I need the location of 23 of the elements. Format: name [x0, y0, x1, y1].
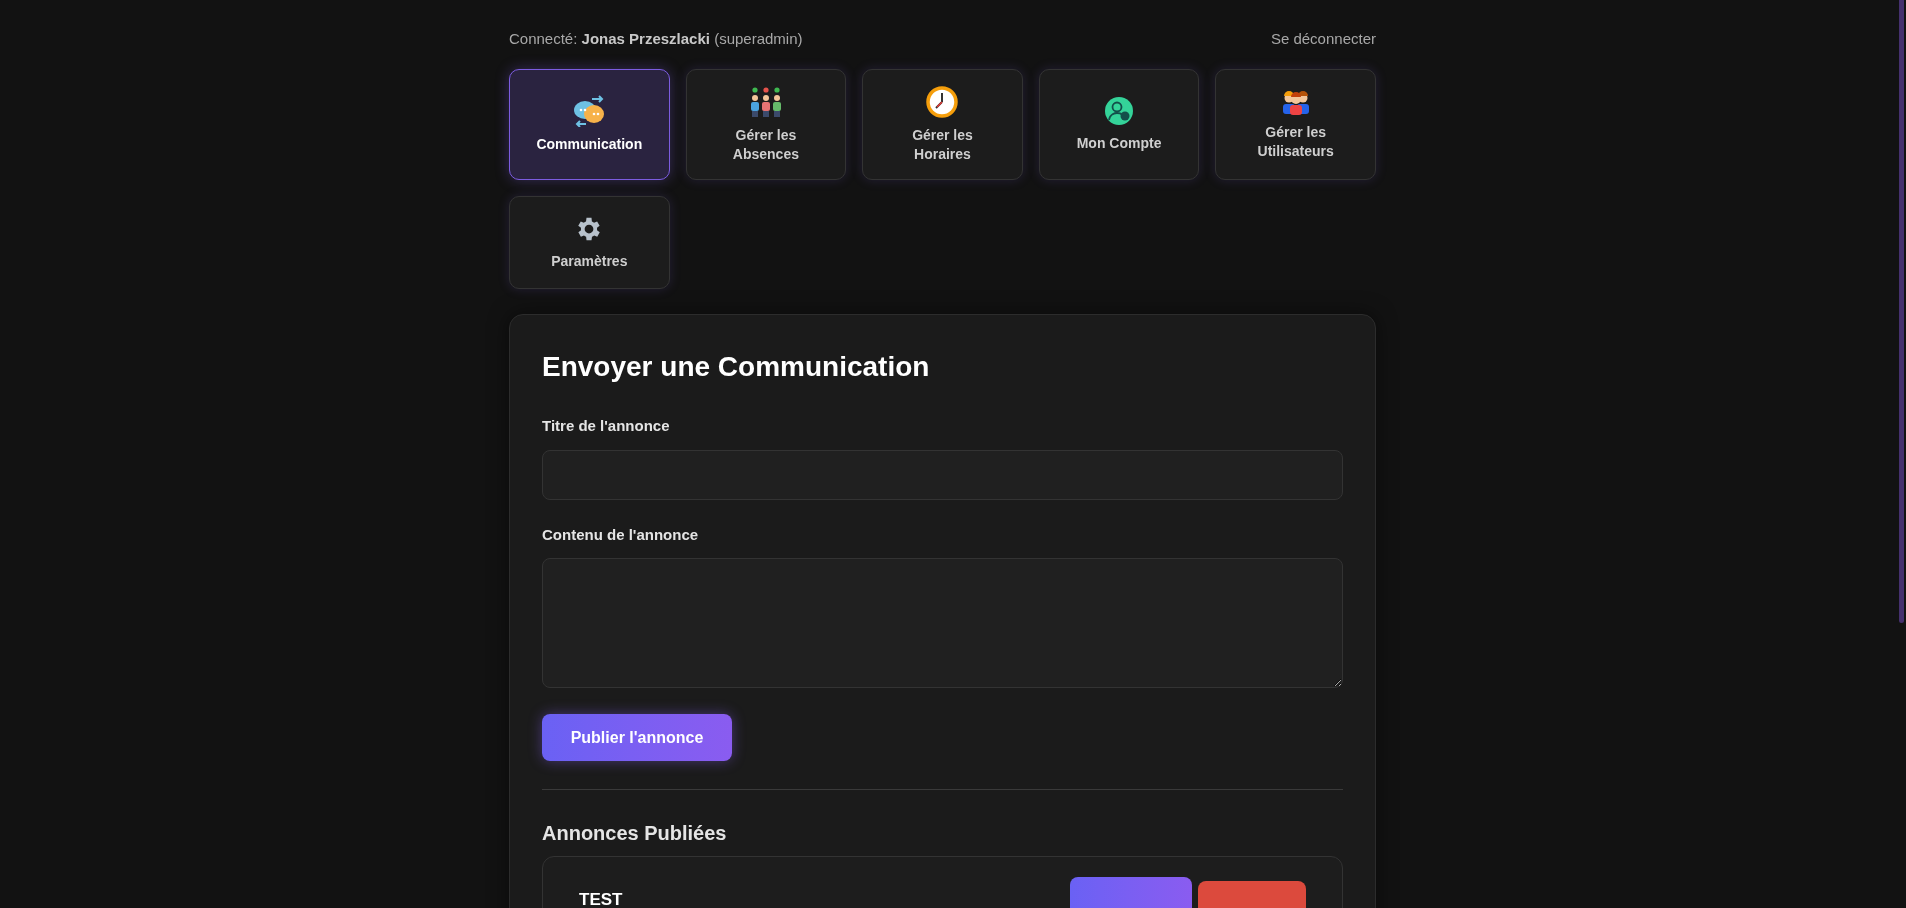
users-group-icon: [1281, 88, 1310, 115]
chat-bubbles-icon: [572, 95, 607, 127]
logout-link[interactable]: Se déconnecter: [1270, 27, 1376, 51]
publish-button[interactable]: Publier l'annonce: [542, 714, 732, 761]
nav-card[interactable]: Communication: [509, 69, 670, 180]
nav-card[interactable]: Gérer les Absences: [685, 69, 847, 180]
announcement-title: TEST: [579, 891, 623, 908]
clock-icon: [926, 85, 959, 118]
content-textarea[interactable]: [542, 558, 1343, 688]
nav-card[interactable]: Mon Compte: [1038, 69, 1200, 180]
scrollbar-thumb[interactable]: [1899, 0, 1904, 623]
form-title: Envoyer une Communication: [542, 350, 931, 384]
nav-card[interactable]: Gérer les Utilisateurs: [1215, 69, 1376, 180]
section-heading: Annonces Publiées: [542, 821, 728, 846]
user-account-icon: [1104, 96, 1135, 126]
nav-card[interactable]: Gérer les Horaires: [862, 69, 1023, 180]
title-input[interactable]: [542, 449, 1343, 500]
people-group-icon: [749, 85, 782, 118]
login-status: Connecté: Jonas Przeszlacki (superadmin): [509, 28, 803, 49]
edit-button[interactable]: [1070, 877, 1192, 908]
field-label: Contenu de l'annonce: [542, 524, 700, 545]
field-label: Titre de l'annonce: [542, 416, 671, 436]
nav-card[interactable]: Paramètres: [509, 196, 670, 289]
